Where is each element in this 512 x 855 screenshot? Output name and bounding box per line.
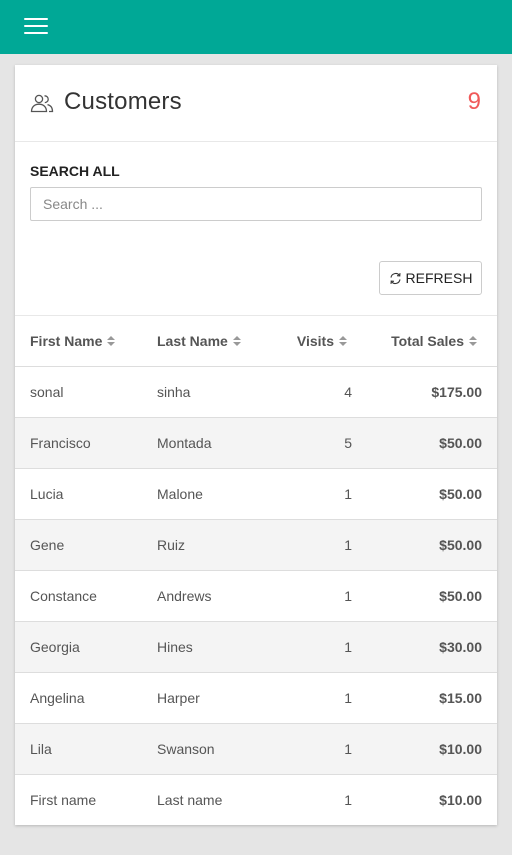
cell-last-name: Montada [157, 435, 212, 451]
cell-first-name: Georgia [30, 639, 80, 655]
cell-total-sales: $50.00 [439, 588, 482, 604]
cell-last-name: Harper [157, 690, 200, 706]
cell-visits: 1 [344, 690, 352, 706]
table-header: First Name Last Name Visits Total Sales [15, 315, 497, 367]
top-app-bar [0, 0, 512, 54]
users-icon [30, 94, 54, 113]
cell-total-sales: $15.00 [439, 690, 482, 706]
table-row[interactable]: sonal sinha 4 $175.00 [15, 367, 497, 418]
table-row[interactable]: Lila Swanson 1 $10.00 [15, 724, 497, 775]
column-header-first-name[interactable]: First Name [30, 333, 116, 349]
table-row[interactable]: Francisco Montada 5 $50.00 [15, 418, 497, 469]
customers-card: Customers 9 SEARCH ALL REFRESH First Nam… [15, 65, 497, 825]
cell-visits: 1 [344, 741, 352, 757]
sort-icon [339, 335, 347, 347]
table-row[interactable]: Constance Andrews 1 $50.00 [15, 571, 497, 622]
refresh-label: REFRESH [405, 270, 473, 286]
cell-first-name: sonal [30, 384, 64, 400]
customer-count-badge: 9 [467, 88, 481, 115]
cell-last-name: Ruiz [157, 537, 186, 553]
cell-visits: 1 [344, 792, 352, 808]
cell-total-sales: $50.00 [439, 537, 482, 553]
cell-first-name: Lila [30, 741, 52, 757]
cell-last-name: Swanson [157, 741, 215, 757]
cell-last-name: Andrews [157, 588, 212, 604]
table-row[interactable]: Gene Ruiz 1 $50.00 [15, 520, 497, 571]
cell-first-name: Lucia [30, 486, 64, 502]
cell-first-name: First name [30, 792, 97, 808]
sort-icon [469, 335, 477, 347]
cell-last-name: Hines [157, 639, 193, 655]
cell-visits: 4 [344, 384, 352, 400]
cell-total-sales: $175.00 [431, 384, 482, 400]
cell-total-sales: $10.00 [439, 792, 482, 808]
column-header-total-sales[interactable]: Total Sales [391, 333, 477, 349]
table-row[interactable]: First name Last name 1 $10.00 [15, 775, 497, 826]
cell-total-sales: $30.00 [439, 639, 482, 655]
cell-first-name: Gene [30, 537, 65, 553]
sort-icon [107, 335, 116, 347]
cell-visits: 1 [344, 537, 352, 553]
cell-total-sales: $50.00 [439, 486, 482, 502]
column-header-visits[interactable]: Visits [297, 333, 347, 349]
card-header: Customers 9 [15, 65, 497, 142]
cell-visits: 1 [344, 639, 352, 655]
search-input[interactable] [30, 187, 482, 221]
customers-table: First Name Last Name Visits Total Sales … [15, 315, 497, 826]
refresh-icon [390, 272, 401, 284]
table-row[interactable]: Angelina Harper 1 $15.00 [15, 673, 497, 724]
cell-first-name: Angelina [30, 690, 85, 706]
sort-icon [232, 335, 241, 347]
cell-visits: 1 [344, 486, 352, 502]
cell-first-name: Francisco [30, 435, 91, 451]
cell-last-name: sinha [157, 384, 191, 400]
cell-last-name: Last name [157, 792, 223, 808]
cell-last-name: Malone [157, 486, 203, 502]
cell-first-name: Constance [30, 588, 97, 604]
search-label: SEARCH ALL [30, 163, 120, 179]
table-row[interactable]: Lucia Malone 1 $50.00 [15, 469, 497, 520]
table-row[interactable]: Georgia Hines 1 $30.00 [15, 622, 497, 673]
hamburger-menu-icon[interactable] [24, 17, 48, 35]
page-title: Customers [64, 88, 182, 115]
refresh-button[interactable]: REFRESH [379, 261, 482, 295]
cell-visits: 5 [344, 435, 352, 451]
cell-visits: 1 [344, 588, 352, 604]
column-header-last-name[interactable]: Last Name [157, 333, 241, 349]
cell-total-sales: $10.00 [439, 741, 482, 757]
cell-total-sales: $50.00 [439, 435, 482, 451]
